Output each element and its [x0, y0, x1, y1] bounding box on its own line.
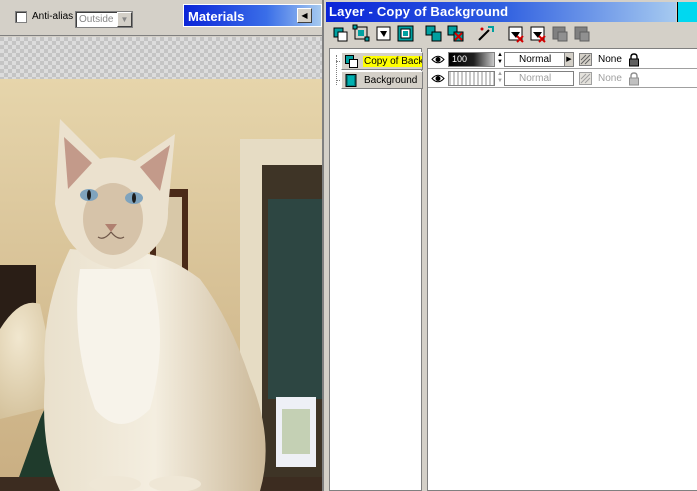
- collapse-left-icon[interactable]: ◀: [297, 8, 312, 23]
- materials-title: Materials: [188, 9, 245, 24]
- chevron-right-icon[interactable]: ▶: [564, 53, 573, 66]
- antialias-checkbox[interactable]: [15, 11, 27, 23]
- layer-palette-titlebar[interactable]: Layer - Copy of Background: [326, 2, 676, 22]
- mask-hide-icon[interactable]: [528, 24, 548, 44]
- delete-layer-icon[interactable]: [446, 24, 466, 44]
- layer-row-copy-of-background[interactable]: Copy of Back: [341, 52, 423, 70]
- mask-name: None: [598, 73, 622, 84]
- lock-icon[interactable]: [628, 72, 640, 86]
- mask-delete-icon[interactable]: [550, 24, 570, 44]
- materials-palette-titlebar[interactable]: Materials ◀: [183, 4, 322, 27]
- mask-icon[interactable]: [579, 72, 592, 85]
- image-canvas[interactable]: [0, 37, 322, 491]
- background-layer-icon: [345, 74, 357, 87]
- opacity-spinner[interactable]: ▲ ▼: [497, 52, 503, 67]
- antialias-label: Anti-alias: [32, 11, 74, 22]
- cat-photo-image: [0, 79, 322, 491]
- mask-icon[interactable]: [579, 53, 592, 66]
- layer-properties-pane: 100 ▲ ▼ Normal ▶ None ▲ ▼ Normal None: [427, 48, 697, 491]
- mask-merge-icon[interactable]: [572, 24, 592, 44]
- layer-palette-title: Layer - Copy of Background: [329, 4, 509, 19]
- opacity-value: 100: [452, 54, 468, 64]
- layer-row-background[interactable]: Background: [341, 71, 423, 89]
- mode-select-value: Outside: [79, 14, 114, 25]
- eye-icon[interactable]: [431, 73, 445, 84]
- mode-select[interactable]: Outside ▼: [75, 11, 133, 28]
- duplicate-layer-icon[interactable]: [424, 24, 444, 44]
- app-window: ⁠ Anti-alias Outside ▼ Materials ◀: [0, 0, 697, 491]
- layer-names-pane: Copy of Back Background: [329, 48, 423, 491]
- opacity-slider[interactable]: [448, 71, 495, 86]
- cat-photo: [0, 79, 322, 491]
- blend-mode-value: Normal: [519, 73, 552, 84]
- layer-name: Background: [364, 75, 418, 86]
- chevron-down-icon[interactable]: ▼: [117, 12, 132, 27]
- opacity-slider[interactable]: 100: [448, 52, 495, 67]
- blend-mode-select[interactable]: Normal ▶: [504, 52, 574, 67]
- layer-name: Copy of Back: [363, 56, 423, 67]
- mask-show-icon[interactable]: [506, 24, 526, 44]
- palette-corner-button[interactable]: [677, 2, 697, 22]
- mask-name: None: [598, 54, 622, 65]
- layer-props-row: ▲ ▼ Normal None: [428, 70, 697, 88]
- new-mask-layer-icon[interactable]: [374, 24, 394, 44]
- new-adjustment-layer-icon[interactable]: [396, 24, 416, 44]
- new-vector-layer-icon[interactable]: [352, 24, 372, 44]
- lock-icon[interactable]: [628, 53, 640, 67]
- blend-mode-select[interactable]: Normal: [504, 71, 574, 86]
- layer-palette: Layer - Copy of Background Copy of Back …: [322, 0, 697, 491]
- blend-mode-value: Normal: [519, 54, 552, 65]
- tool-options-bar: ⁠ Anti-alias Outside ▼ Materials ◀: [0, 0, 322, 36]
- eye-icon[interactable]: [431, 54, 445, 65]
- new-raster-layer-icon[interactable]: [330, 24, 350, 44]
- opacity-spinner[interactable]: ▲ ▼: [497, 71, 503, 86]
- layer-props-row: 100 ▲ ▼ Normal ▶ None: [428, 51, 697, 69]
- raster-layer-icon: [345, 55, 358, 68]
- layer-properties-icon[interactable]: [476, 24, 496, 44]
